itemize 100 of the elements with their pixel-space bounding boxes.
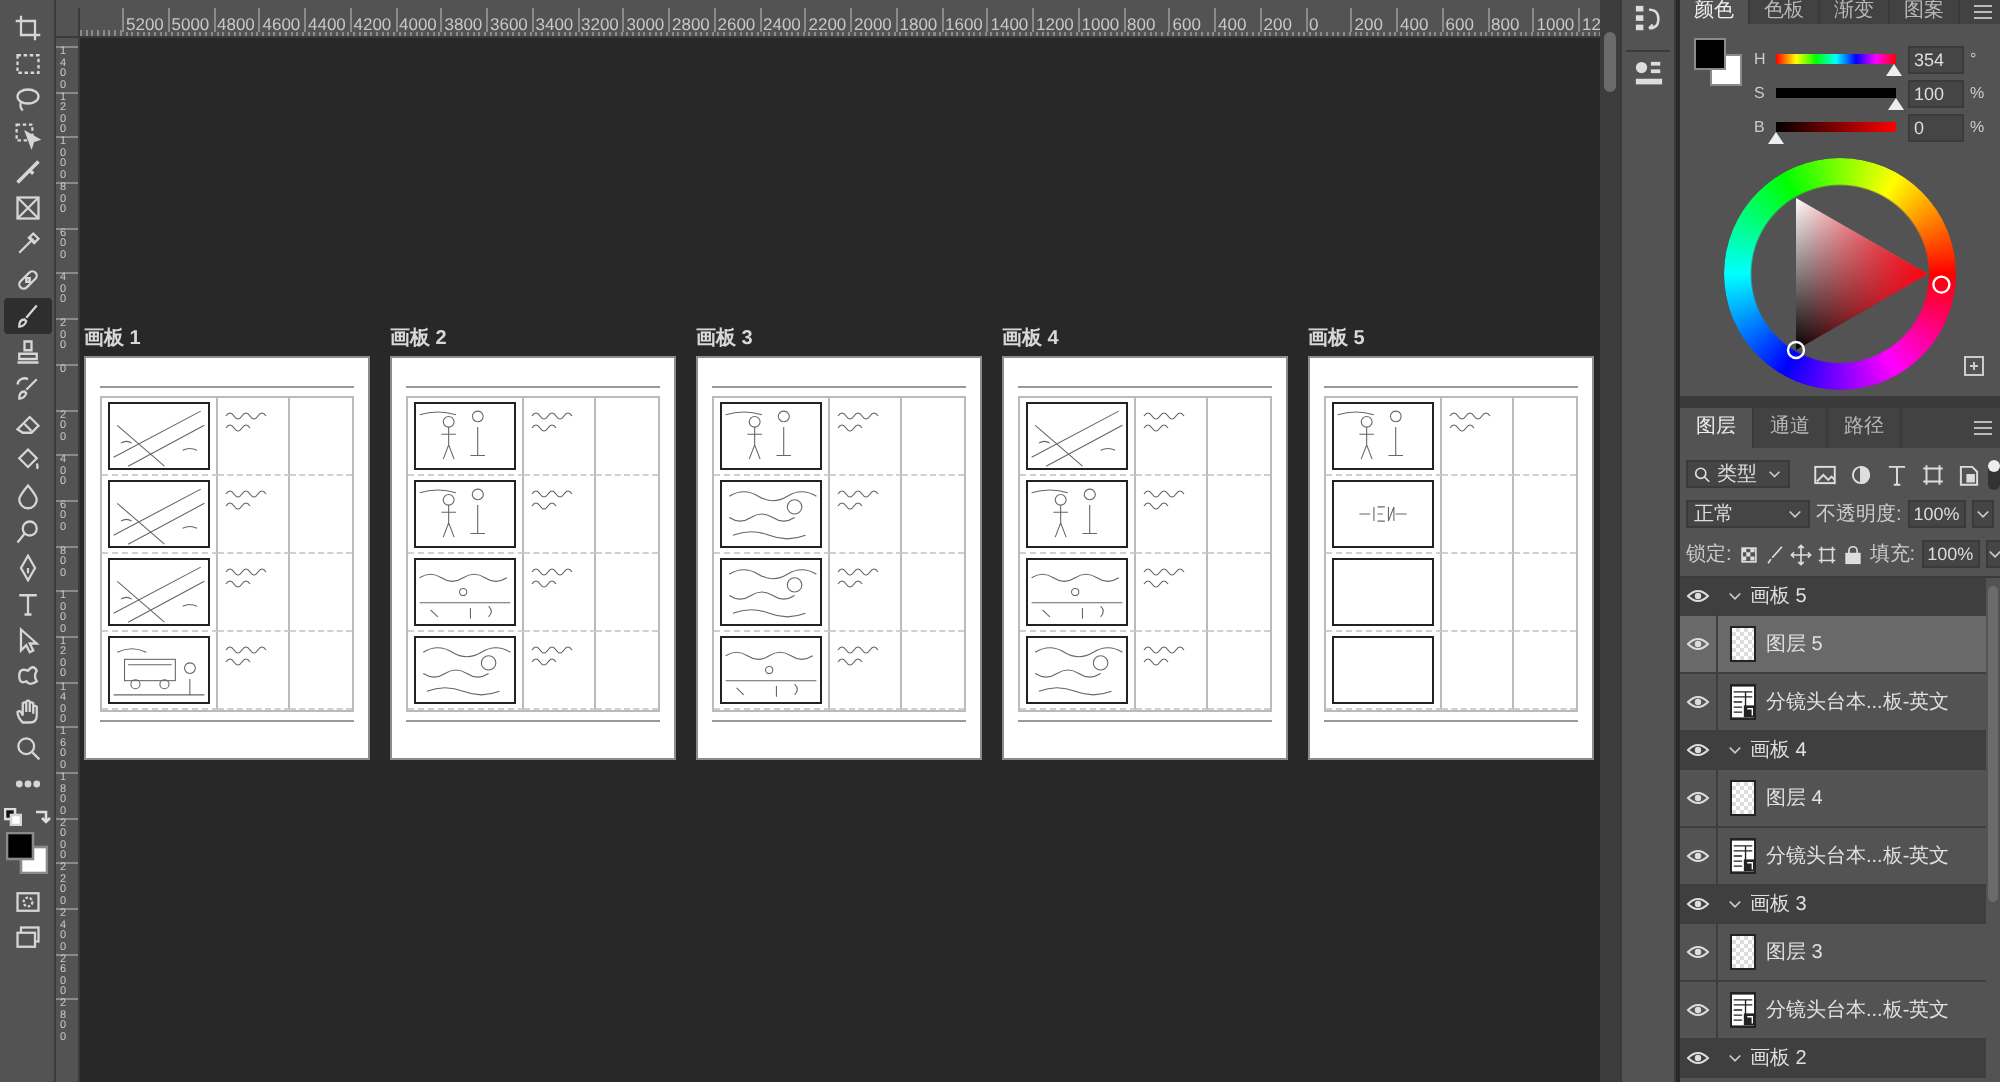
- ruler-label: 1600: [941, 8, 987, 32]
- ruler-label: 200: [1259, 8, 1305, 32]
- layer-row[interactable]: 分镜头台本...板-英文: [1680, 674, 1986, 732]
- lock-icon[interactable]: [1841, 543, 1864, 565]
- ruler-label: 12: [1578, 8, 1600, 32]
- fill-field[interactable]: 100%: [1921, 540, 1980, 568]
- ruler-label: 2200: [804, 8, 850, 32]
- ruler-label: 1400: [986, 8, 1032, 32]
- ruler-label: 600: [1168, 8, 1214, 32]
- caret-icon[interactable]: [1985, 540, 2000, 568]
- filter-toggle[interactable]: [1988, 459, 2000, 489]
- artboard-label: 画板 2: [390, 328, 447, 352]
- caret-icon: [1788, 507, 1802, 521]
- adjustments-icon[interactable]: [1633, 60, 1663, 90]
- ruler-label: 1000: [1077, 8, 1123, 32]
- artboard-label: 画板 4: [1002, 328, 1059, 352]
- slider[interactable]: [1776, 53, 1896, 77]
- unit-label: %: [1970, 118, 1985, 136]
- history-icon[interactable]: [1633, 4, 1663, 34]
- ruler-label: 2800: [668, 8, 714, 32]
- smart-object-icon[interactable]: [1956, 461, 1982, 487]
- ruler-label: 3800: [440, 8, 486, 32]
- color-swatches[interactable]: [6, 832, 48, 874]
- caret-icon[interactable]: [1728, 1051, 1742, 1065]
- ruler-label: 800: [1487, 8, 1533, 32]
- ruler-label: 2400: [759, 8, 805, 32]
- layer-group-row[interactable]: 画板 4: [1680, 732, 1986, 770]
- ruler-label: 5000: [167, 8, 213, 32]
- eye-icon[interactable]: [1686, 1050, 1710, 1066]
- layer-group-row[interactable]: 画板 3: [1680, 886, 1986, 924]
- type-filter-icon[interactable]: [1884, 461, 1910, 487]
- fill-label: 填充:: [1869, 541, 1916, 568]
- caret-icon[interactable]: [1728, 589, 1742, 603]
- opacity-label: 不透明度:: [1816, 501, 1902, 528]
- blend-mode-dropdown[interactable]: 正常: [1686, 500, 1810, 528]
- layer-row[interactable]: 图层 3: [1680, 924, 1986, 982]
- filter-dropdown[interactable]: 类型: [1686, 460, 1790, 488]
- layer-row[interactable]: 分镜头台本...板-英文: [1680, 982, 1986, 1040]
- square-plus-icon[interactable]: [1964, 356, 1984, 376]
- layer-row[interactable]: 分镜头台本...板-英文: [1680, 828, 1986, 886]
- half-circle-icon[interactable]: [1848, 461, 1874, 487]
- value-field[interactable]: 0: [1908, 113, 1964, 141]
- image-filter-icon[interactable]: [1812, 461, 1838, 487]
- eye-icon[interactable]: [1686, 694, 1710, 710]
- panel-tab[interactable]: 通道: [1754, 408, 1828, 448]
- menu-icon[interactable]: [1974, 4, 1992, 20]
- ruler-label: 4600: [258, 8, 304, 32]
- color-swatches[interactable]: [1694, 38, 1742, 86]
- ruler-label: 3600: [486, 8, 532, 32]
- eye-icon[interactable]: [1686, 636, 1710, 652]
- transform-icon[interactable]: [1920, 461, 1946, 487]
- panel-tab[interactable]: 图层: [1680, 408, 1754, 448]
- caret-icon[interactable]: [1728, 743, 1742, 757]
- eye-icon[interactable]: [1686, 790, 1710, 806]
- checker-icon[interactable]: [1737, 543, 1760, 565]
- scroll-bar[interactable]: [1600, 0, 1620, 1082]
- layer-group-row[interactable]: 画板 2: [1680, 1040, 1986, 1078]
- move-icon[interactable]: [1789, 543, 1812, 565]
- ruler-label: 800: [1123, 8, 1169, 32]
- default-colors-icon: [3, 808, 21, 826]
- layer-row[interactable]: 图层 4: [1680, 770, 1986, 828]
- eye-icon[interactable]: [1686, 1002, 1710, 1018]
- eye-icon[interactable]: [1686, 848, 1710, 864]
- layer-row[interactable]: 图层 5: [1680, 616, 1986, 674]
- value-field[interactable]: 354: [1908, 45, 1964, 73]
- value-field[interactable]: 100: [1908, 79, 1964, 107]
- artboard-icon[interactable]: [1815, 543, 1838, 565]
- slider-label: H: [1754, 50, 1768, 68]
- ruler-label: 4800: [213, 8, 259, 32]
- panel-tab[interactable]: 色板: [1750, 0, 1820, 24]
- eye-icon[interactable]: [1686, 742, 1710, 758]
- ruler-label: 400: [1396, 8, 1442, 32]
- ruler-label: 400: [1214, 8, 1260, 32]
- eye-icon[interactable]: [1686, 588, 1710, 604]
- lock-label: 锁定:: [1686, 541, 1732, 568]
- search-icon: [1694, 465, 1711, 483]
- panel-tab[interactable]: 路径: [1828, 408, 1902, 448]
- ruler-label: 1000: [1532, 8, 1578, 32]
- caret-icon[interactable]: [1728, 897, 1742, 911]
- artboard-label: 画板 3: [696, 328, 753, 352]
- ruler-label: 4000: [395, 8, 441, 32]
- ruler-label: 200: [1350, 8, 1396, 32]
- brush-icon[interactable]: [1763, 543, 1786, 565]
- ruler-label: 2000: [850, 8, 896, 32]
- opacity-field[interactable]: 100%: [1907, 500, 1966, 528]
- swap-icon[interactable]: [33, 808, 51, 826]
- ruler-label: 3000: [622, 8, 668, 32]
- eye-icon[interactable]: [1686, 896, 1710, 912]
- eye-icon[interactable]: [1686, 944, 1710, 960]
- ruler-label: 600: [1441, 8, 1487, 32]
- ruler-label: 1800: [895, 8, 941, 32]
- ruler-label: 3200: [577, 8, 623, 32]
- brush-icon[interactable]: [3, 298, 51, 334]
- slider-thumb[interactable]: [1768, 131, 1784, 143]
- unit-label: °: [1970, 50, 1977, 68]
- menu-icon[interactable]: [1974, 420, 1992, 436]
- caret-icon[interactable]: [1971, 500, 1994, 528]
- layer-group-row[interactable]: 画板 5: [1680, 578, 1986, 616]
- ruler-label: 2600: [713, 8, 759, 32]
- ruler-label: 1200: [1032, 8, 1078, 32]
